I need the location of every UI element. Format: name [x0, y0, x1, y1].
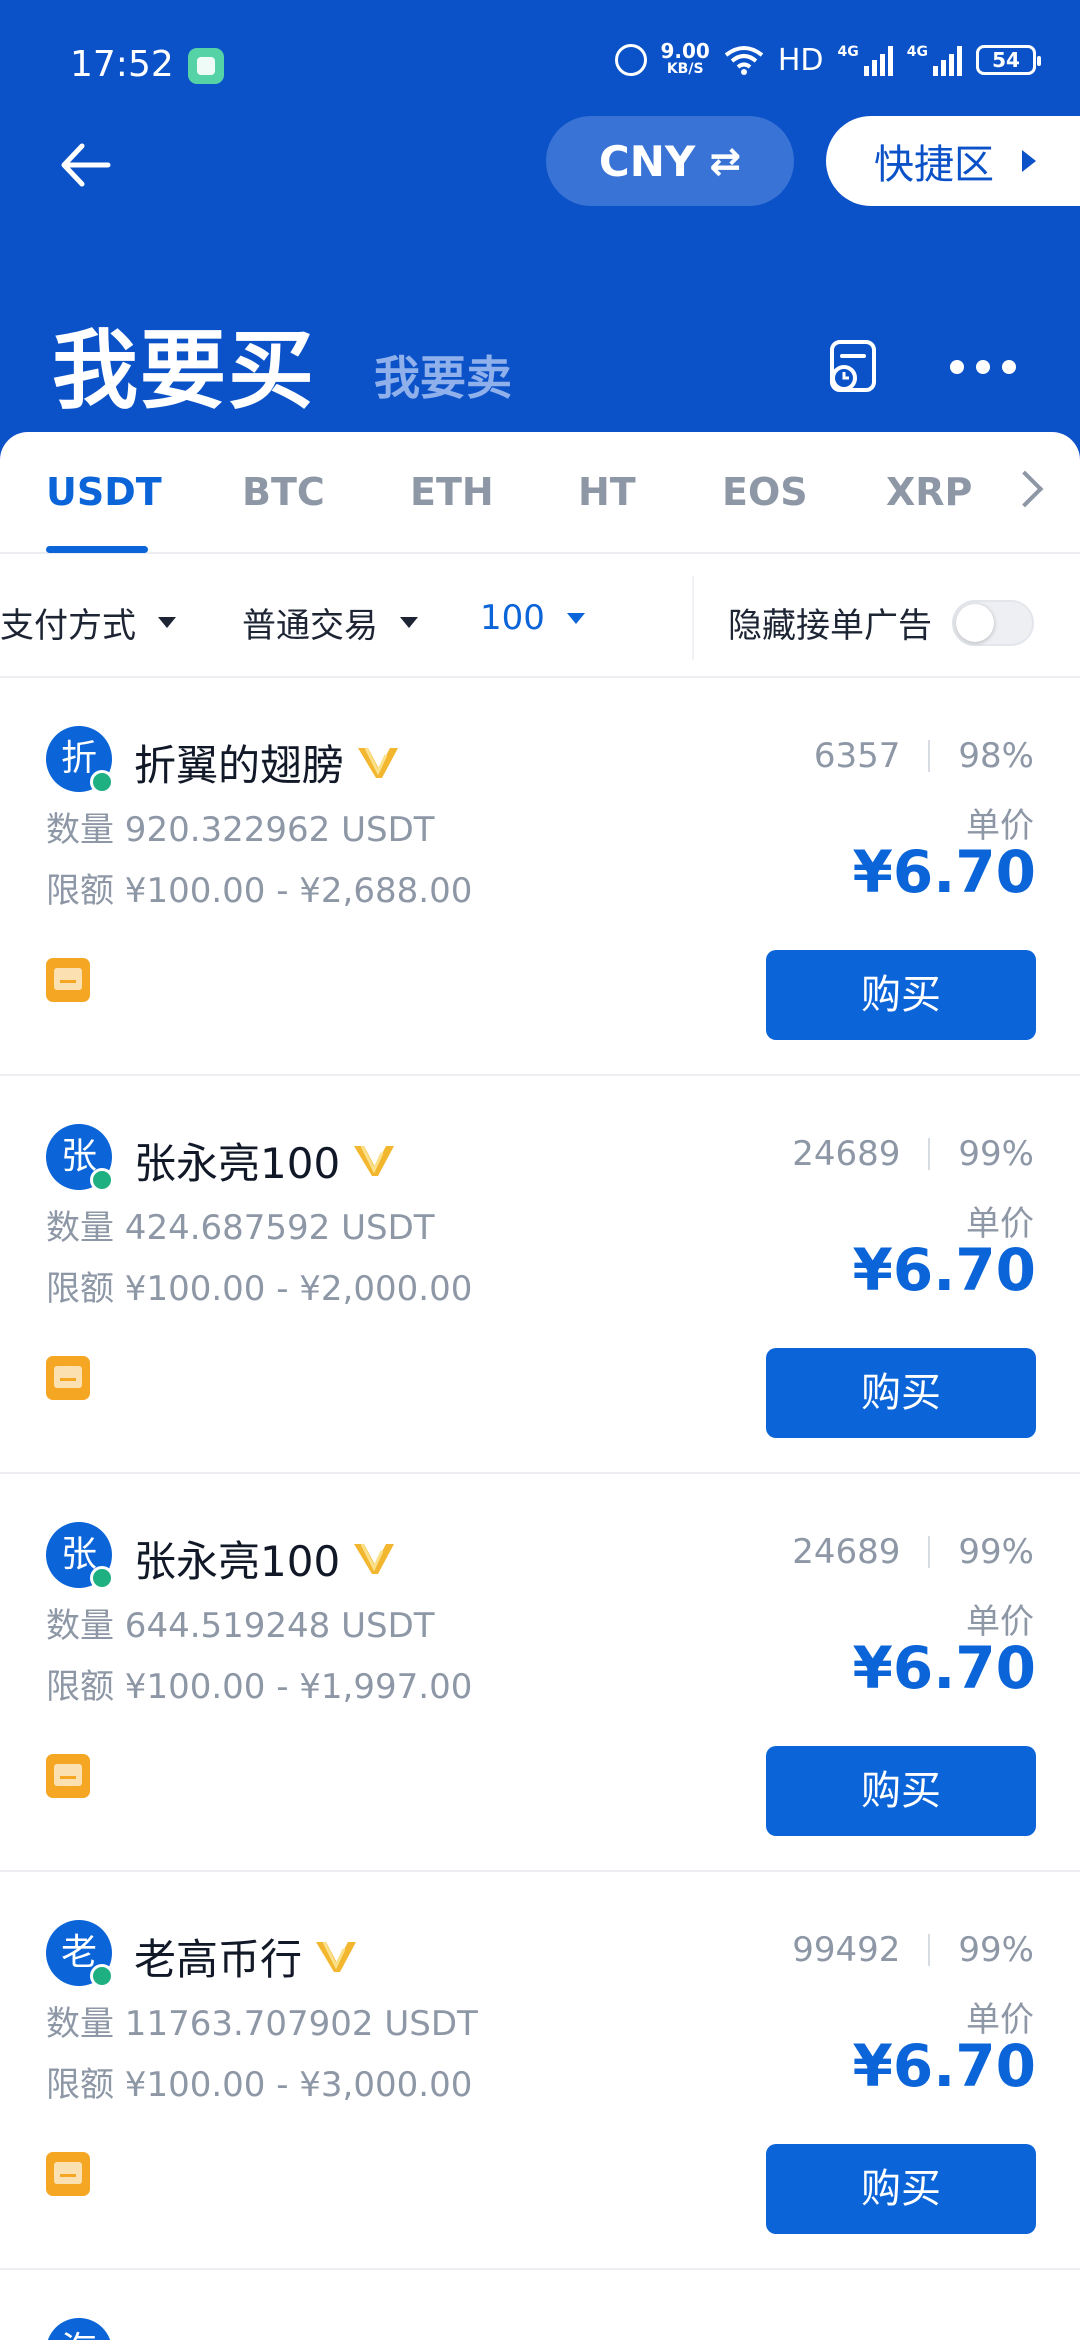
- merchant-stats: 6357 98%: [814, 736, 1034, 776]
- tab-ht[interactable]: HT: [578, 470, 636, 514]
- online-status-dot: [90, 1964, 114, 1988]
- orders-history-icon[interactable]: [826, 338, 880, 396]
- tab-buy[interactable]: 我要买: [52, 300, 316, 425]
- quantity-text: 数量 424.687592 USDT: [46, 1208, 435, 1248]
- order-count: 99492: [792, 1930, 901, 1970]
- active-tab-indicator: [46, 546, 148, 553]
- merchant-stats: 99492 99%: [792, 1930, 1034, 1970]
- wifi-icon: [724, 46, 764, 75]
- list-item: 折 折翼的翅膀 6357 98% 数量 920.322962 USDT 限额 ¥1…: [0, 680, 1080, 1076]
- unit-price: ¥6.70: [852, 1236, 1036, 1304]
- trade-type-filter[interactable]: 普通交易: [242, 598, 418, 647]
- tab-xrp[interactable]: XRP: [886, 470, 972, 514]
- completion-rate: 99%: [958, 1134, 1034, 1174]
- merchant-stats: 24689 99%: [792, 1134, 1034, 1174]
- hd-indicator: HD: [777, 42, 824, 78]
- header: 17:52 9.00 KB/S HD 4G 4G 54 CNY ⇄ 快捷区 我要买…: [0, 0, 1080, 470]
- play-arrow-icon: [1022, 150, 1036, 172]
- caret-down-icon: [566, 612, 585, 624]
- avatar[interactable]: 海: [46, 2318, 112, 2340]
- trade-type-label: 普通交易: [242, 606, 378, 646]
- status-bar: 17:52 9.00 KB/S HD 4G 4G 54: [0, 0, 1080, 130]
- tab-usdt[interactable]: USDT: [46, 470, 162, 514]
- completion-rate: 99%: [958, 1532, 1034, 1572]
- unit-price: ¥6.70: [852, 838, 1036, 906]
- signal-icon: 4G: [838, 44, 893, 76]
- limit-text: 限额 ¥100.00 - ¥2,688.00: [46, 871, 473, 911]
- unit-price: ¥6.70: [852, 2032, 1036, 2100]
- order-count: 24689: [792, 1532, 901, 1572]
- divider: [692, 576, 694, 660]
- quantity-text: 数量 920.322962 USDT: [46, 810, 435, 850]
- tab-btc[interactable]: BTC: [242, 470, 325, 514]
- hide-ads-toggle[interactable]: [952, 600, 1034, 646]
- online-status-dot: [90, 770, 114, 794]
- status-time: 17:52: [70, 44, 174, 85]
- chevron-right-icon[interactable]: [1006, 470, 1044, 508]
- buy-button[interactable]: 购买: [766, 2144, 1036, 2234]
- merchant-name[interactable]: 老高币行: [134, 1926, 358, 1987]
- merchant-name[interactable]: 折翼的翅膀: [134, 732, 400, 793]
- online-status-dot: [90, 1168, 114, 1192]
- list-item: 张 张永亮100 24689 99% 数量 644.519248 USDT 限额 …: [0, 1476, 1080, 1872]
- buy-button[interactable]: 购买: [766, 950, 1036, 1040]
- caret-down-icon: [158, 617, 176, 628]
- buy-button[interactable]: 购买: [766, 1348, 1036, 1438]
- list-item: 海: [0, 2272, 1080, 2340]
- order-count: 6357: [813, 736, 901, 776]
- verified-v-icon: [354, 1144, 395, 1176]
- unit-price: ¥6.70: [852, 1634, 1036, 1702]
- back-arrow-icon[interactable]: [56, 140, 116, 190]
- quantity-text: 数量 11763.707902 USDT: [46, 2004, 478, 2044]
- filter-bar: 支付方式 普通交易 100 隐藏接单广告: [0, 556, 1080, 678]
- tab-eth[interactable]: ETH: [410, 470, 494, 514]
- quick-zone-label: 快捷区: [874, 142, 994, 188]
- merchant-name[interactable]: 张永亮100: [134, 1130, 396, 1191]
- net-speed: 9.00 KB/S: [660, 39, 710, 77]
- tab-sell[interactable]: 我要卖: [374, 342, 512, 408]
- verified-v-icon: [354, 1542, 395, 1574]
- amount-label: 100: [480, 598, 545, 638]
- content-card: USDT BTC ETH HT EOS XRP 支付方式 普通交易 100 隐藏…: [0, 432, 1080, 2340]
- more-menu-icon[interactable]: [950, 360, 1016, 374]
- bank-card-icon: [46, 1356, 90, 1400]
- limit-text: 限额 ¥100.00 - ¥1,997.00: [46, 1667, 473, 1707]
- list-item: 老 老高币行 99492 99% 数量 11763.707902 USDT 限额 …: [0, 1874, 1080, 2270]
- status-icons: 9.00 KB/S HD 4G 4G 54: [614, 39, 1041, 78]
- payment-method-filter[interactable]: 支付方式: [0, 598, 176, 647]
- tab-eos[interactable]: EOS: [722, 470, 808, 514]
- notification-app-icon: [188, 48, 224, 84]
- battery-icon: 54: [976, 45, 1041, 75]
- alarm-icon: [614, 44, 647, 76]
- list-item: 张 张永亮100 24689 99% 数量 424.687592 USDT 限额 …: [0, 1078, 1080, 1474]
- limit-text: 限额 ¥100.00 - ¥3,000.00: [46, 2065, 473, 2105]
- currency-switch-button[interactable]: CNY ⇄: [546, 116, 794, 206]
- payment-method-label: 支付方式: [0, 606, 136, 646]
- merchant-stats: 24689 99%: [792, 1532, 1034, 1572]
- bank-card-icon: [46, 1754, 90, 1798]
- online-status-dot: [90, 1566, 114, 1590]
- swap-icon: ⇄: [709, 139, 742, 183]
- bank-card-icon: [46, 958, 90, 1002]
- quick-zone-button[interactable]: 快捷区: [826, 116, 1080, 206]
- order-count: 24689: [792, 1134, 901, 1174]
- completion-rate: 99%: [958, 1930, 1034, 1970]
- signal-icon-2: 4G: [907, 44, 962, 76]
- hide-ads-label: 隐藏接单广告: [728, 606, 932, 646]
- limit-text: 限额 ¥100.00 - ¥2,000.00: [46, 1269, 473, 1309]
- verified-v-icon: [358, 746, 399, 778]
- bank-card-icon: [46, 2152, 90, 2196]
- currency-label: CNY: [598, 136, 696, 186]
- verified-v-icon: [316, 1940, 357, 1972]
- buy-button[interactable]: 购买: [766, 1746, 1036, 1836]
- completion-rate: 98%: [958, 736, 1034, 776]
- merchant-name[interactable]: 张永亮100: [134, 1528, 396, 1589]
- amount-filter[interactable]: 100: [480, 598, 585, 638]
- quantity-text: 数量 644.519248 USDT: [46, 1606, 435, 1646]
- caret-down-icon: [400, 617, 418, 628]
- coin-tabs: USDT BTC ETH HT EOS XRP: [0, 432, 1080, 554]
